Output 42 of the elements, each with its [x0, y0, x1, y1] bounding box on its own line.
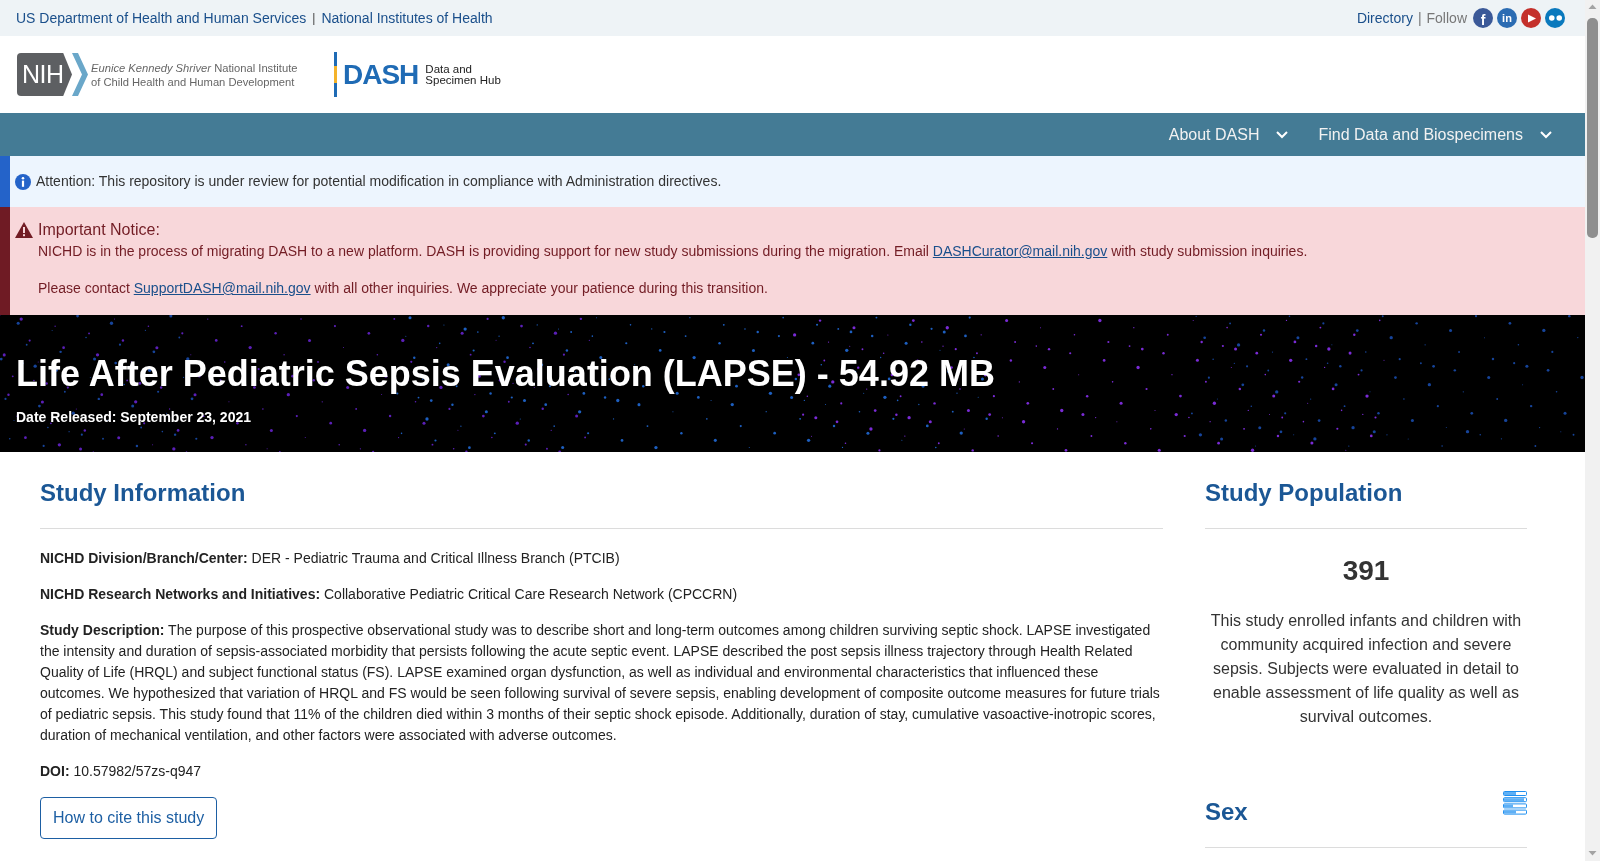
release-date: Date Released: September 23, 2021	[16, 409, 252, 426]
alert-message: NICHD is in the process of migrating DASH to a new platform. DASH is providing support for new study submissions during the migration. Email DASHCurator@mail.nih.gov with study submission inquiries.	[38, 243, 1308, 260]
separator: |	[312, 11, 316, 25]
section-heading: Study Information	[40, 478, 247, 507]
study-field: NICHD Research Networks and Initiatives: Collaborative Pediatric Critical Care Research Network (CPCCRN)	[40, 584, 1163, 605]
two-dots-icon	[1548, 15, 1562, 21]
agency-link[interactable]: National Institutes of Health	[321, 10, 493, 26]
cite-button[interactable]: How to cite this study	[40, 797, 218, 839]
study-field: NICHD Division/Branch/Center: DER - Pediatric Trauma and Critical Illness Branch (PTCIB)	[40, 548, 1163, 569]
section-heading: Sex	[1205, 797, 1248, 826]
dash-wordmark[interactable]: DASH	[343, 58, 419, 91]
play-icon	[1528, 13, 1536, 23]
nav-menu-item[interactable]: Find Data and Biospecimens	[1318, 125, 1552, 144]
email-link[interactable]: DASHCurator@mail.nih.gov	[932, 243, 1108, 259]
alert-message: Attention: This repository is under review for potential modification in compliance with Administration directives.	[36, 173, 722, 190]
study-field: Study Description: The purpose of this prospective observational study was to describe short and long-term outcomes among children surviving septic shock. LAPSE investigated the intensity and duration of sepsis-associated morbidity that persists following the acute septic event. LAPSE described the post sepsis illness trajectory through Health Related Quality of Life (HRQL) and subject functional status (FS). LAPSE examined organ dysfunction, as well as individual and environmental characteristics that influenced these outcomes. We hypothesized that variation of HRQL and FS would be seen following survival of severe sepsis, enabling development of composite outcome measures for future trials of pediatric sepsis. This study found that 11% of the children died within 3 months of their septic shock episode. Additionally, duration of stay, cumulative vasoactive-inotropic scores, duration of mechanical ventilation, and other factors were associated with adverse outcomes.	[40, 620, 1163, 746]
institute-name: Eunice Kennedy Shriver National Institute of Child Health and Human Development	[91, 60, 299, 89]
follow-label: Follow	[1426, 10, 1467, 26]
study-title: Life After Pediatric Sepsis Evaluation (LAPSE) - 54.92 MB	[16, 352, 996, 395]
linkedin-link[interactable]: in	[1497, 8, 1517, 28]
youtube-link[interactable]	[1521, 8, 1541, 28]
agency-link[interactable]: US Department of Health and Human Services	[16, 10, 307, 26]
section-heading: Study Population	[1205, 478, 1404, 507]
population-description: This study enrolled infants and children with community acquired infection and severe sepsis. Subjects were evaluated in detail to enable assessment of life quality as well as survival outcomes.	[1209, 611, 1523, 727]
directory-link[interactable]: Directory	[1356, 10, 1413, 26]
alert-message: Please contact SupportDASH@mail.nih.gov with all other inquiries. We appreciate your patience during this transition.	[38, 280, 769, 297]
study-field: DOI: 10.57982/57zs-q947	[40, 761, 1163, 782]
email-link[interactable]: SupportDASH@mail.nih.gov	[133, 280, 311, 296]
scrollbar[interactable]	[1585, 0, 1600, 861]
nav-menu-item[interactable]: About DASH	[1168, 125, 1289, 144]
notice-title: Important Notice:	[38, 220, 161, 239]
dash-tagline: Data and Specimen Hub	[425, 63, 502, 86]
flickr-link[interactable]	[1545, 8, 1565, 28]
facebook-link[interactable]: f	[1473, 8, 1493, 28]
population-count: 391	[1341, 554, 1391, 588]
warning-icon	[15, 222, 33, 238]
separator: |	[1417, 10, 1422, 26]
horizontal-bars-icon[interactable]	[1503, 791, 1527, 815]
logo-chevron-icon	[72, 53, 88, 96]
vertical-bar-icon	[334, 52, 337, 97]
info-icon	[15, 173, 31, 190]
nih-logo[interactable]: NIH	[17, 53, 72, 96]
